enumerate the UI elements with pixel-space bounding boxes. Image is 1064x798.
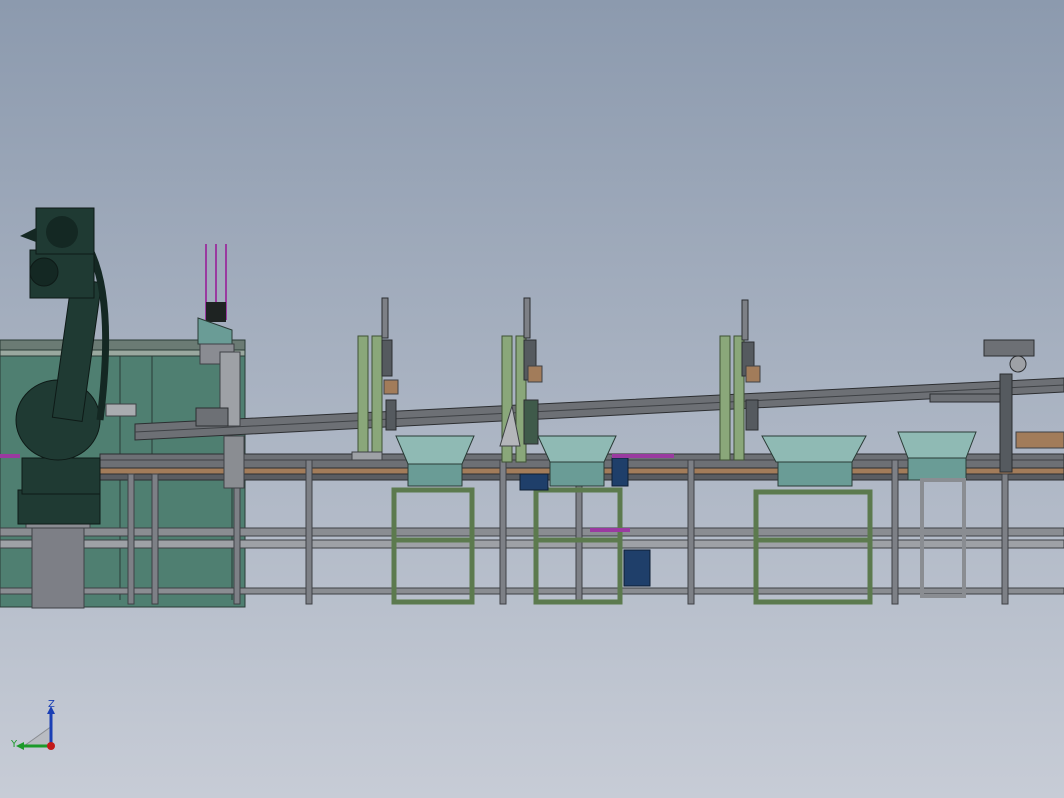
inclined-conveyor[interactable] [134, 377, 1064, 441]
station-3-column[interactable] [719, 299, 761, 461]
bowl-feeder-1[interactable] [395, 435, 475, 487]
y-arrow [16, 742, 24, 750]
bowl-feeder-2[interactable] [537, 435, 617, 487]
z-axis-label: Z [48, 699, 55, 710]
assembly-line-model[interactable] [0, 0, 1064, 798]
cad-viewport[interactable]: Z Y [0, 0, 1064, 798]
station-2-column[interactable] [499, 297, 543, 463]
x-axis-dot [47, 742, 55, 750]
coordinate-triad-icon: Z Y [10, 699, 55, 750]
feeder-stand-4 [920, 478, 966, 598]
station-1-column[interactable] [351, 297, 399, 461]
y-axis-label: Y [10, 739, 18, 750]
bowl-feeder-3[interactable] [761, 435, 867, 487]
robot-pedestal [25, 519, 91, 609]
bowl-feeder-4[interactable] [897, 431, 977, 481]
